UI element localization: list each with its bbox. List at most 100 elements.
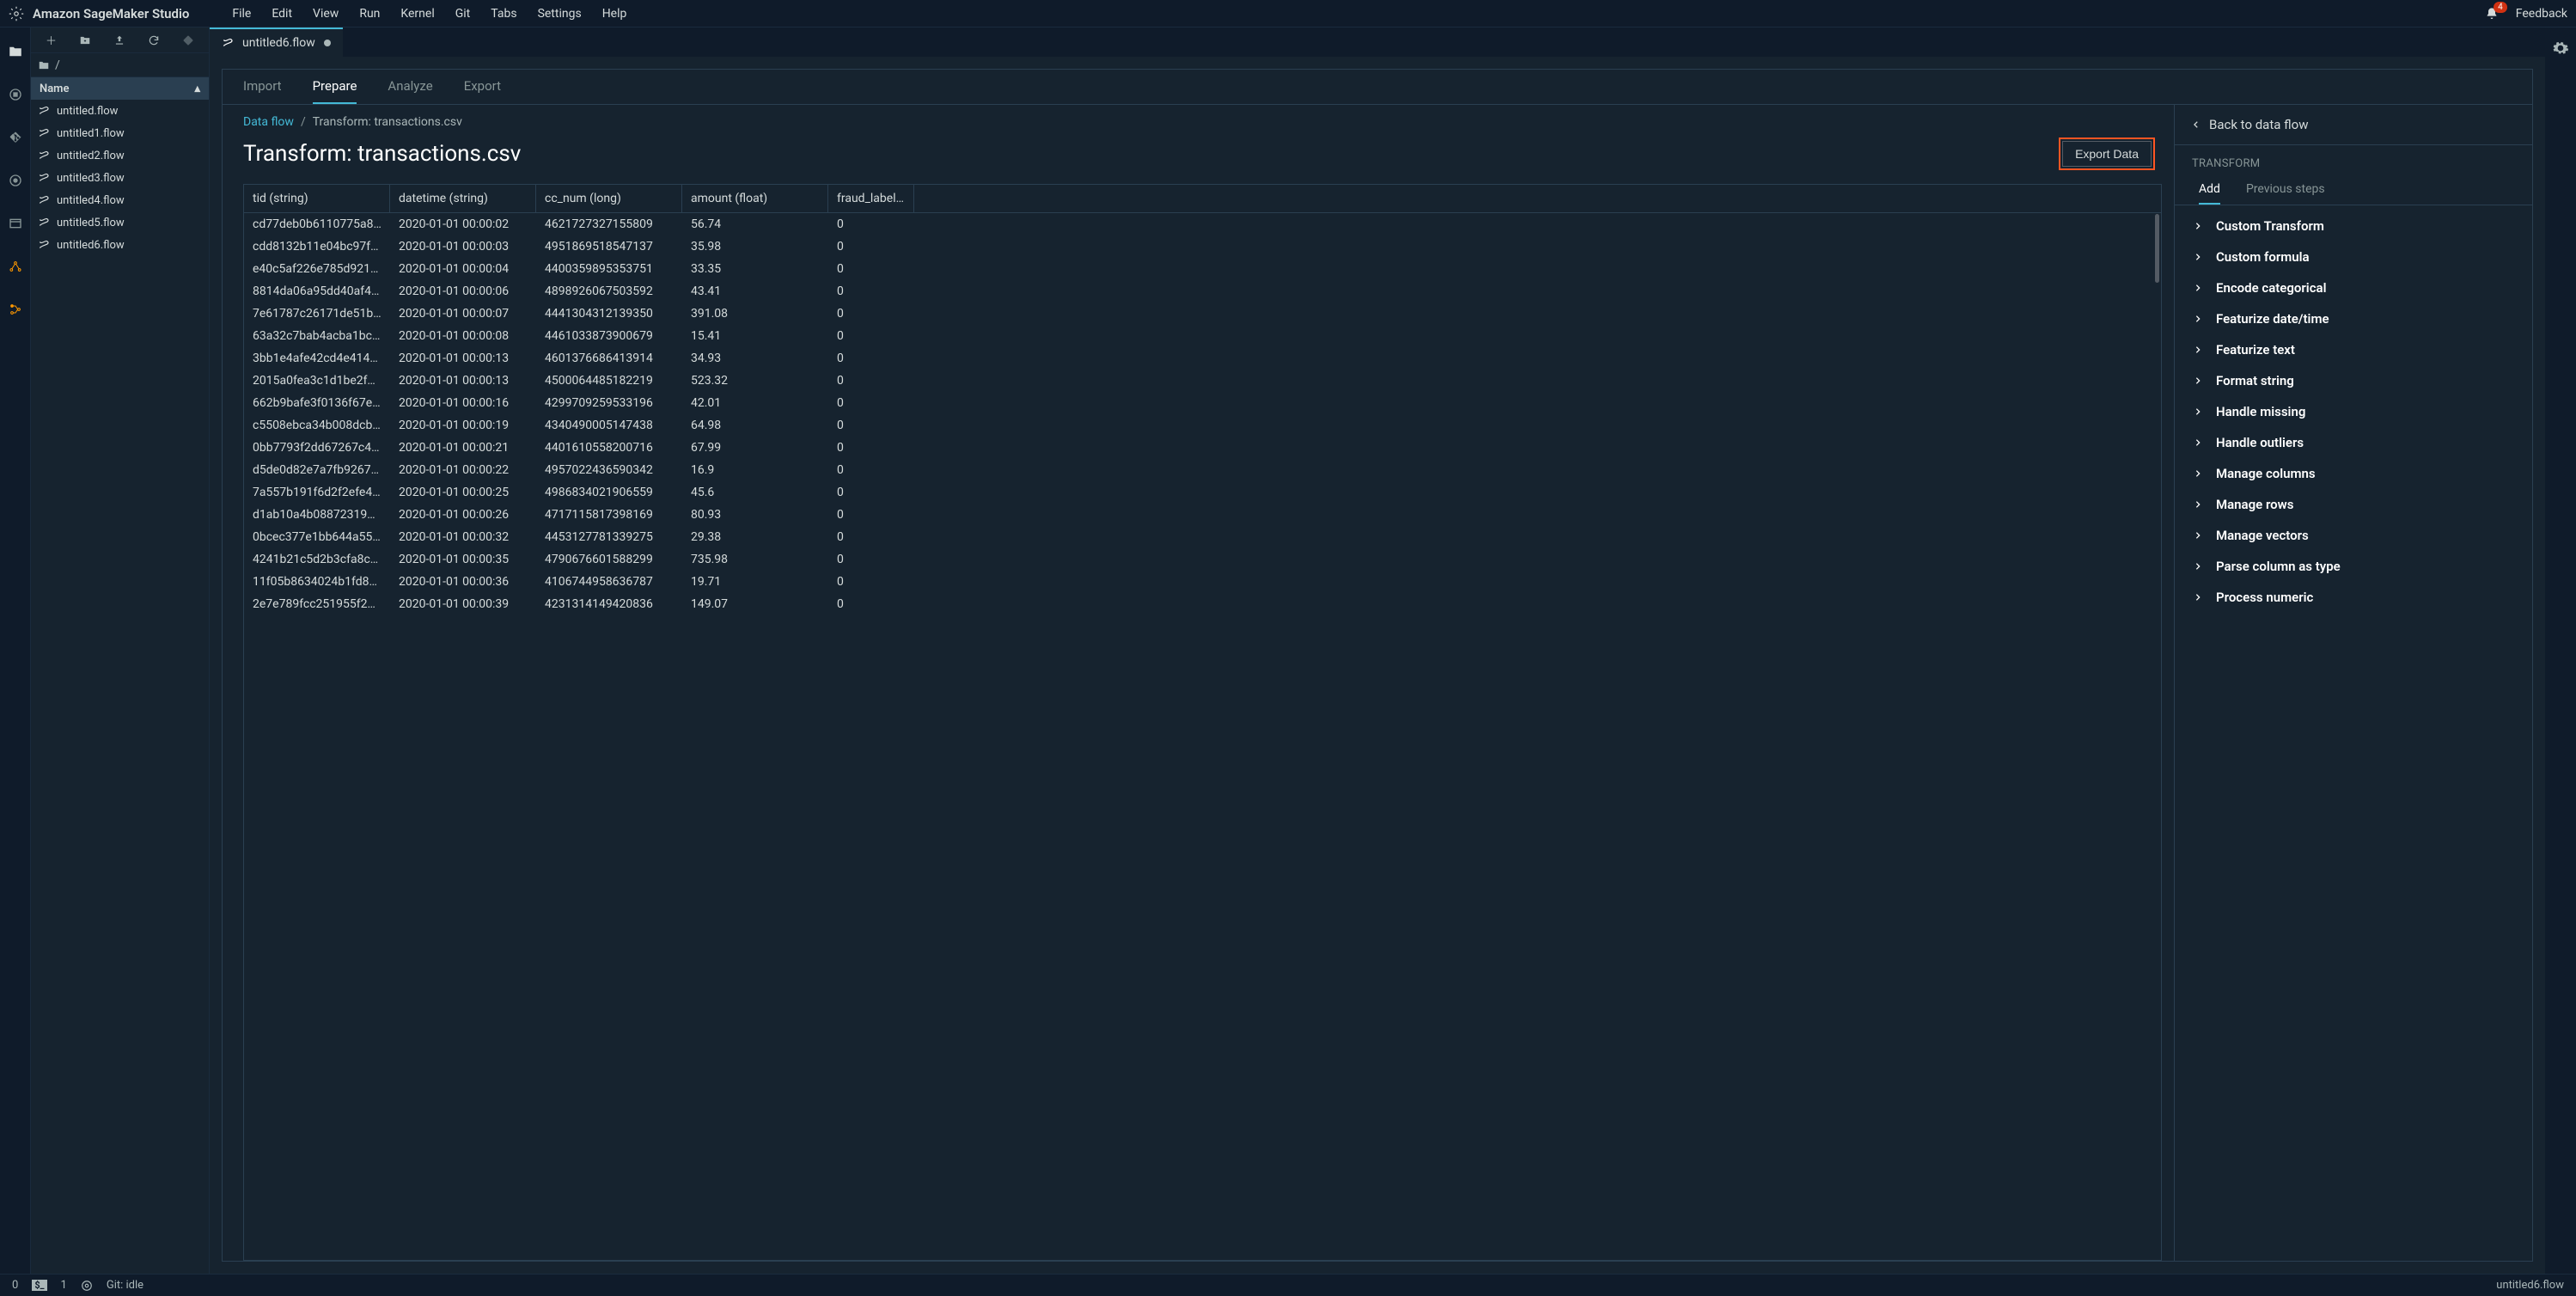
- tab-untitled6[interactable]: untitled6.flow: [210, 28, 343, 57]
- file-item[interactable]: untitled3.flow: [31, 167, 209, 189]
- menu-help[interactable]: Help: [602, 7, 627, 21]
- transform-item[interactable]: Parse column as type: [2183, 551, 2524, 582]
- table-row[interactable]: 4241b21c5d2b3cfa8c5…2020-01-01 00:00:354…: [244, 548, 2161, 571]
- table-row[interactable]: d1ab10a4b088723191…2020-01-01 00:00:2647…: [244, 504, 2161, 526]
- new-launcher-icon[interactable]: ＋: [46, 32, 57, 48]
- table-row[interactable]: 2015a0fea3c1d1be2fdf…2020-01-01 00:00:13…: [244, 370, 2161, 392]
- transform-item[interactable]: Encode categorical: [2183, 272, 2524, 303]
- transform-item[interactable]: Manage vectors: [2183, 520, 2524, 551]
- git-status[interactable]: Git: idle: [107, 1279, 143, 1292]
- tf-tab-add[interactable]: Add: [2199, 175, 2220, 205]
- tf-tab-previous-steps[interactable]: Previous steps: [2246, 175, 2325, 205]
- column-header[interactable]: datetime (string): [390, 185, 536, 212]
- table-row[interactable]: 7a557b191f6d2f2efe4f…2020-01-01 00:00:25…: [244, 481, 2161, 504]
- transform-item[interactable]: Custom Transform: [2183, 211, 2524, 241]
- subtab-analyze[interactable]: Analyze: [388, 78, 432, 104]
- tabs-icon[interactable]: [7, 215, 24, 232]
- name-column-header[interactable]: Name ▴: [31, 77, 209, 100]
- endpoint-icon[interactable]: [7, 301, 24, 318]
- menu-settings[interactable]: Settings: [538, 7, 582, 21]
- transform-item[interactable]: Featurize date/time: [2183, 303, 2524, 334]
- table-row[interactable]: 11f05b8634024b1fd89…2020-01-01 00:00:364…: [244, 571, 2161, 593]
- gear-icon[interactable]: [2552, 40, 2569, 57]
- flow-file-icon: [38, 239, 50, 251]
- scrollbar[interactable]: [2155, 214, 2159, 283]
- table-row[interactable]: 63a32c7bab4acba1bc1…2020-01-01 00:00:084…: [244, 325, 2161, 347]
- table-row[interactable]: c5508ebca34b008dcb0…2020-01-01 00:00:194…: [244, 414, 2161, 437]
- menu-tabs[interactable]: Tabs: [491, 7, 516, 21]
- table-row[interactable]: 8814da06a95dd40af48…2020-01-01 00:00:064…: [244, 280, 2161, 303]
- app-logo-icon: [9, 6, 24, 21]
- upload-icon[interactable]: [113, 34, 125, 46]
- menu-file[interactable]: File: [232, 7, 251, 21]
- table-row[interactable]: cd77deb0b6110775a8c…2020-01-01 00:00:024…: [244, 213, 2161, 235]
- transform-item[interactable]: Manage rows: [2183, 489, 2524, 520]
- chevron-right-icon: [2194, 500, 2204, 509]
- breadcrumb-dataflow-link[interactable]: Data flow: [243, 115, 294, 129]
- transform-item[interactable]: Process numeric: [2183, 582, 2524, 613]
- page-title: Transform: transactions.csv: [243, 141, 521, 167]
- table-row[interactable]: 7e61787c26171de51b…2020-01-01 00:00:0744…: [244, 303, 2161, 325]
- menu-kernel[interactable]: Kernel: [400, 7, 434, 21]
- table-row[interactable]: 662b9bafe3f0136f67ef…2020-01-01 00:00:16…: [244, 392, 2161, 414]
- git-icon[interactable]: [7, 129, 24, 146]
- column-header[interactable]: fraud_label (long): [828, 185, 914, 212]
- status-terminals: 1: [61, 1279, 67, 1292]
- table-row[interactable]: 0bb7793f2dd67267c46…2020-01-01 00:00:214…: [244, 437, 2161, 459]
- export-data-button[interactable]: Export Data: [2062, 141, 2152, 167]
- chevron-right-icon: [2194, 376, 2204, 385]
- transform-section-label: TRANSFORM: [2175, 145, 2532, 175]
- breadcrumb-separator: /: [301, 115, 306, 129]
- subtab-export[interactable]: Export: [464, 78, 501, 104]
- transform-item[interactable]: Format string: [2183, 365, 2524, 396]
- flow-file-icon: [38, 172, 50, 184]
- refresh-icon[interactable]: [148, 34, 160, 46]
- menu-view[interactable]: View: [313, 7, 339, 21]
- menu-edit[interactable]: Edit: [272, 7, 292, 21]
- folder-icon[interactable]: [38, 59, 50, 71]
- chevron-right-icon: [2194, 469, 2204, 478]
- back-to-dataflow-link[interactable]: Back to data flow: [2175, 105, 2532, 144]
- flow-file-icon: [38, 217, 50, 229]
- file-item[interactable]: untitled5.flow: [31, 211, 209, 234]
- table-row[interactable]: 2e7e789fcc251955f21…2020-01-01 00:00:394…: [244, 593, 2161, 615]
- running-icon[interactable]: [7, 86, 24, 103]
- subtab-prepare[interactable]: Prepare: [313, 78, 357, 104]
- file-item[interactable]: untitled4.flow: [31, 189, 209, 211]
- subtab-import[interactable]: Import: [243, 78, 282, 104]
- flow-file-icon: [38, 127, 50, 139]
- menu-git[interactable]: Git: [455, 7, 471, 21]
- column-header[interactable]: amount (float): [682, 185, 828, 212]
- menu-run[interactable]: Run: [359, 7, 380, 21]
- column-header[interactable]: cc_num (long): [536, 185, 682, 212]
- column-header[interactable]: tid (string): [244, 185, 390, 212]
- commands-icon[interactable]: [7, 172, 24, 189]
- file-item[interactable]: untitled6.flow: [31, 234, 209, 256]
- transform-item[interactable]: Manage columns: [2183, 458, 2524, 489]
- chevron-right-icon: [2194, 562, 2204, 571]
- table-row[interactable]: 0bcec377e1bb644a550…2020-01-01 00:00:324…: [244, 526, 2161, 548]
- breadcrumb-root[interactable]: /: [55, 58, 60, 72]
- terminal-icon[interactable]: $_: [32, 1280, 46, 1291]
- git-clone-icon[interactable]: [182, 34, 194, 46]
- file-item[interactable]: untitled2.flow: [31, 144, 209, 167]
- table-row[interactable]: 3bb1e4afe42cd4e414a…2020-01-01 00:00:134…: [244, 347, 2161, 370]
- notifications-icon[interactable]: 4: [2485, 7, 2499, 21]
- table-row[interactable]: d5de0d82e7a7fb9267b…2020-01-01 00:00:224…: [244, 459, 2161, 481]
- status-filename: untitled6.flow: [2496, 1279, 2564, 1292]
- transform-item[interactable]: Featurize text: [2183, 334, 2524, 365]
- new-folder-icon[interactable]: [79, 34, 91, 46]
- folder-icon[interactable]: [7, 43, 24, 60]
- transform-item[interactable]: Custom formula: [2183, 241, 2524, 272]
- table-row[interactable]: cdd8132b11e04bc97ff…2020-01-01 00:00:034…: [244, 235, 2161, 258]
- flow-file-icon: [222, 37, 234, 49]
- transform-item[interactable]: Handle outliers: [2183, 427, 2524, 458]
- feedback-link[interactable]: Feedback: [2516, 7, 2567, 21]
- chevron-right-icon: [2194, 531, 2204, 540]
- file-item[interactable]: untitled.flow: [31, 100, 209, 122]
- transform-item[interactable]: Handle missing: [2183, 396, 2524, 427]
- extension-icon[interactable]: [7, 258, 24, 275]
- table-row[interactable]: e40c5af226e785d921d…2020-01-01 00:00:044…: [244, 258, 2161, 280]
- file-item[interactable]: untitled1.flow: [31, 122, 209, 144]
- settings-status-icon[interactable]: [81, 1280, 93, 1292]
